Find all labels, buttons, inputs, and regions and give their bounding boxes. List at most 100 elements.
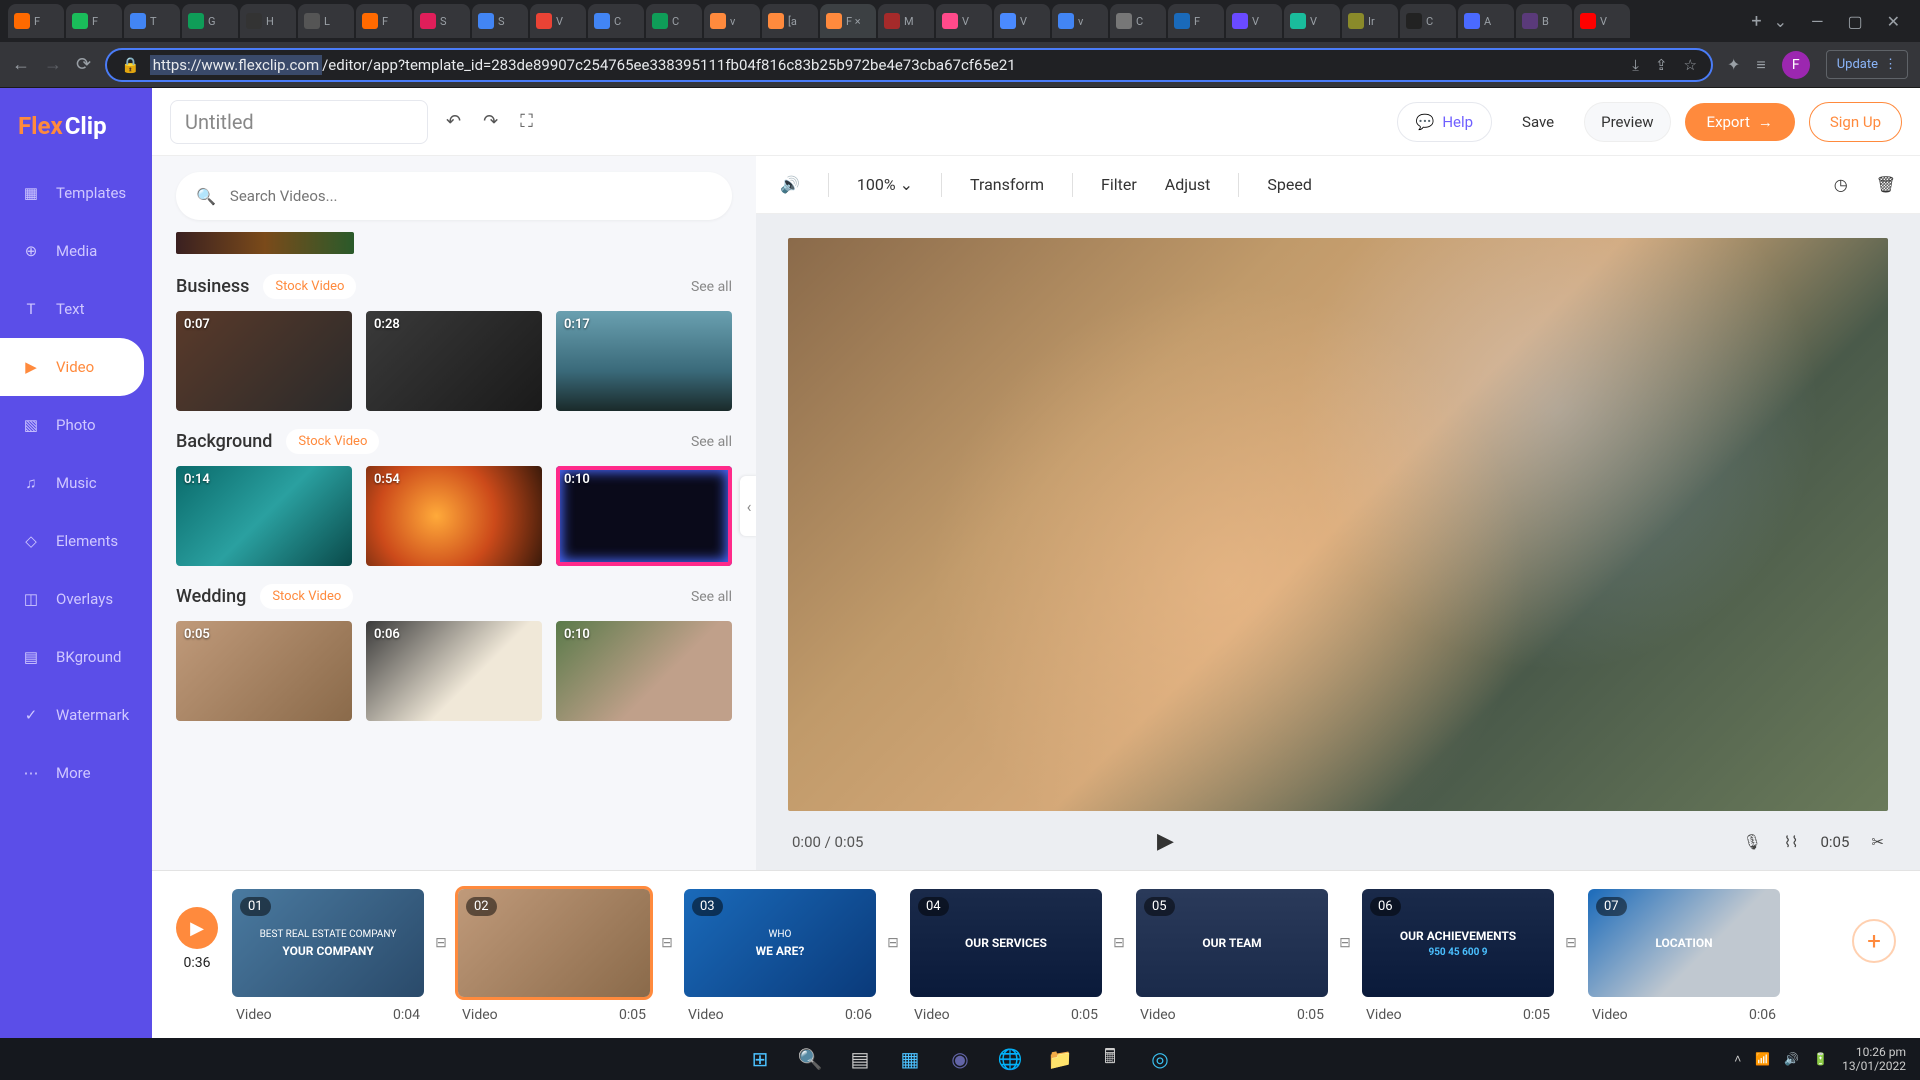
video-thumb[interactable]: 0:17 (556, 311, 732, 411)
window-minimize-icon[interactable]: — (1811, 12, 1824, 31)
browser-tab[interactable]: F × (820, 4, 876, 38)
browser-tab[interactable]: V (1284, 4, 1340, 38)
transition-button[interactable] (1338, 889, 1352, 997)
browser-tab[interactable]: H (240, 4, 296, 38)
browser-tab[interactable]: [a (762, 4, 818, 38)
sidebar-item-photo[interactable]: ▧Photo (0, 396, 152, 454)
play-button[interactable]: ▶ (1157, 829, 1174, 854)
filter-button[interactable]: Filter (1101, 175, 1137, 194)
browser-tab[interactable]: V (1574, 4, 1630, 38)
transition-button[interactable] (1112, 889, 1126, 997)
update-button[interactable]: Update ⋮ (1826, 50, 1908, 79)
transition-button[interactable] (886, 889, 900, 997)
profile-avatar[interactable]: F (1782, 51, 1810, 79)
sidebar-item-bkground[interactable]: ▤BKground (0, 628, 152, 686)
browser-tab[interactable]: S (414, 4, 470, 38)
install-icon[interactable]: ⤓ (1632, 56, 1639, 74)
stock-video-tag[interactable]: Stock Video (286, 429, 379, 454)
video-thumb[interactable]: 0:10 (556, 621, 732, 721)
undo-button[interactable]: ↶ (442, 107, 465, 136)
zoom-dropdown[interactable]: 100% ⌄ (857, 175, 913, 194)
split-button[interactable]: ⌇⌇ (1784, 833, 1799, 851)
browser-tab[interactable]: T (124, 4, 180, 38)
sidebar-item-text[interactable]: TText (0, 280, 152, 338)
window-maximize-icon[interactable]: ▢ (1847, 12, 1862, 31)
address-bar[interactable]: 🔒 https://www.flexclip.com/editor/app?te… (105, 48, 1713, 82)
tray-chevron-icon[interactable]: ˄ (1734, 1052, 1741, 1066)
see-all-link[interactable]: See all (691, 589, 732, 605)
browser-tab[interactable]: V (530, 4, 586, 38)
new-tab-button[interactable]: + (1741, 11, 1771, 32)
window-close-icon[interactable]: ✕ (1887, 12, 1900, 31)
start-button[interactable]: ⊞ (741, 1040, 779, 1078)
reload-button[interactable]: ⟳ (76, 54, 91, 75)
stock-video-tag[interactable]: Stock Video (260, 584, 353, 609)
panel-collapse-button[interactable]: ‹ (740, 476, 756, 536)
duration-button[interactable]: ◷ (1834, 175, 1848, 194)
bookmark-icon[interactable]: ☆ (1684, 56, 1697, 74)
video-thumb[interactable]: 0:54 (366, 466, 542, 566)
sidebar-item-overlays[interactable]: ◫Overlays (0, 570, 152, 628)
delete-button[interactable]: 🗑 (1876, 175, 1896, 194)
wifi-icon[interactable]: 📶 (1755, 1052, 1770, 1066)
timeline-clip[interactable]: 07LOCATION (1588, 889, 1780, 997)
browser-tab[interactable]: A (1458, 4, 1514, 38)
browser-tab[interactable]: C (1400, 4, 1456, 38)
speed-button[interactable]: Speed (1267, 175, 1311, 194)
video-thumb[interactable]: 0:14 (176, 466, 352, 566)
extensions-icon[interactable]: ✦ (1727, 55, 1740, 74)
sidebar-item-elements[interactable]: ◇Elements (0, 512, 152, 570)
voiceover-button[interactable]: 🎙 (1743, 833, 1762, 851)
browser-tab[interactable]: M (878, 4, 934, 38)
browser-tab[interactable]: G (182, 4, 238, 38)
share-icon[interactable]: ⇪ (1655, 56, 1668, 74)
video-thumb[interactable]: 0:10 (556, 466, 732, 566)
chrome-icon[interactable]: 🌐 (991, 1040, 1029, 1078)
see-all-link[interactable]: See all (691, 434, 732, 450)
battery-icon[interactable]: 🔋 (1813, 1052, 1828, 1066)
sidebar-item-templates[interactable]: ▦Templates (0, 164, 152, 222)
clock[interactable]: 10:26 pm 13/01/2022 (1842, 1045, 1906, 1074)
video-thumb[interactable]: 0:07 (176, 311, 352, 411)
browser-tab[interactable]: F (1168, 4, 1224, 38)
timeline-play-button[interactable]: ▶ (176, 907, 218, 949)
back-button[interactable]: ← (12, 54, 30, 75)
browser-tab[interactable]: F (356, 4, 412, 38)
edge-icon[interactable]: ◎ (1141, 1040, 1179, 1078)
browser-tab[interactable]: F (66, 4, 122, 38)
video-thumb[interactable]: 0:05 (176, 621, 352, 721)
browser-tab[interactable]: V (994, 4, 1050, 38)
transition-button[interactable] (434, 889, 448, 997)
timeline-clip[interactable]: 01BEST REAL ESTATE COMPANYYOUR COMPANY (232, 889, 424, 997)
browser-tab[interactable]: V (1226, 4, 1282, 38)
browser-tab[interactable]: v (1052, 4, 1108, 38)
see-all-link[interactable]: See all (691, 279, 732, 295)
browser-tab[interactable]: C (646, 4, 702, 38)
preview-button[interactable]: Preview (1584, 102, 1670, 142)
task-view-button[interactable]: ▤ (841, 1040, 879, 1078)
search-button[interactable]: 🔍 (791, 1040, 829, 1078)
project-title-input[interactable] (170, 100, 428, 144)
redo-button[interactable]: ↷ (479, 107, 502, 136)
browser-tab[interactable]: C (1110, 4, 1166, 38)
export-button[interactable]: Export→ (1685, 103, 1795, 141)
transition-button[interactable] (660, 889, 674, 997)
browser-tab[interactable]: F (8, 4, 64, 38)
sidebar-item-video[interactable]: ▶Video (0, 338, 144, 396)
tab-dropdown-icon[interactable]: ⌄ (1774, 12, 1787, 31)
forward-button[interactable]: → (44, 54, 62, 75)
trim-button[interactable]: ✂ (1871, 833, 1884, 851)
video-thumb[interactable]: 0:06 (366, 621, 542, 721)
search-input[interactable] (230, 187, 712, 205)
browser-tab[interactable]: L (298, 4, 354, 38)
browser-tab[interactable]: S (472, 4, 528, 38)
calculator-icon[interactable]: 🖩 (1091, 1040, 1129, 1078)
save-button[interactable]: Save (1506, 103, 1570, 141)
timeline-clip[interactable]: 03WHOWE ARE? (684, 889, 876, 997)
adjust-button[interactable]: Adjust (1165, 175, 1211, 194)
browser-tab[interactable]: Ir (1342, 4, 1398, 38)
sidebar-item-music[interactable]: ♫Music (0, 454, 152, 512)
browser-tab[interactable]: v (704, 4, 760, 38)
timeline-clip[interactable]: 04OUR SERVICES (910, 889, 1102, 997)
browser-tab[interactable]: V (936, 4, 992, 38)
